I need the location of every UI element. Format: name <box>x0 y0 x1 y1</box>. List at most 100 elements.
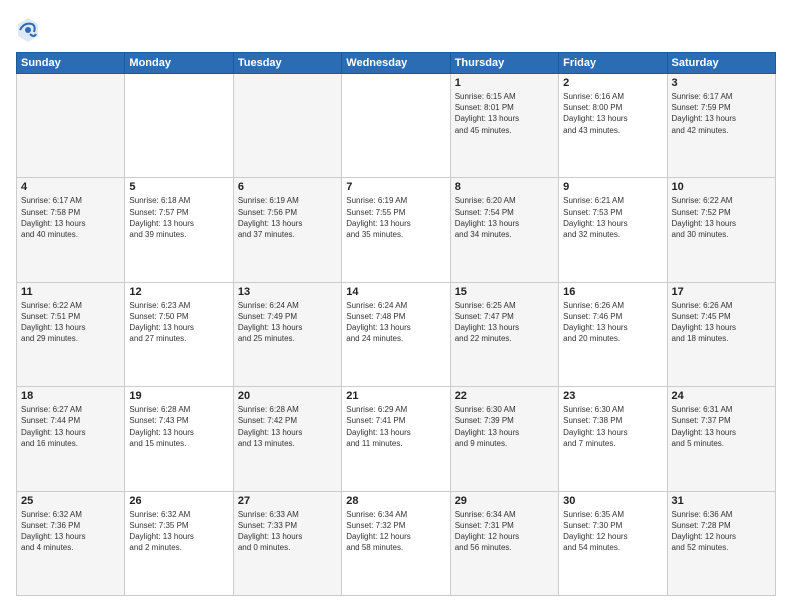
day-info: Sunrise: 6:36 AMSunset: 7:28 PMDaylight:… <box>672 509 771 554</box>
day-info: Sunrise: 6:16 AMSunset: 8:00 PMDaylight:… <box>563 91 662 136</box>
day-info: Sunrise: 6:32 AMSunset: 7:35 PMDaylight:… <box>129 509 228 554</box>
day-number: 9 <box>563 181 662 193</box>
day-number: 6 <box>238 181 337 193</box>
day-info: Sunrise: 6:34 AMSunset: 7:31 PMDaylight:… <box>455 509 554 554</box>
day-info: Sunrise: 6:18 AMSunset: 7:57 PMDaylight:… <box>129 195 228 240</box>
day-number: 31 <box>672 495 771 507</box>
day-info: Sunrise: 6:17 AMSunset: 7:59 PMDaylight:… <box>672 91 771 136</box>
logo <box>16 16 44 44</box>
day-cell-5: 5 Sunrise: 6:18 AMSunset: 7:57 PMDaylight… <box>125 178 233 282</box>
day-number: 28 <box>346 495 445 507</box>
day-info: Sunrise: 6:34 AMSunset: 7:32 PMDaylight:… <box>346 509 445 554</box>
day-cell-2: 2 Sunrise: 6:16 AMSunset: 8:00 PMDaylight… <box>559 74 667 178</box>
day-number: 21 <box>346 390 445 402</box>
day-cell-25: 25 Sunrise: 6:32 AMSunset: 7:36 PMDayligh… <box>17 491 125 595</box>
day-cell-22: 22 Sunrise: 6:30 AMSunset: 7:39 PMDayligh… <box>450 387 558 491</box>
day-number: 25 <box>21 495 120 507</box>
day-info: Sunrise: 6:26 AMSunset: 7:45 PMDaylight:… <box>672 300 771 345</box>
day-number: 5 <box>129 181 228 193</box>
day-number: 2 <box>563 77 662 89</box>
weekday-header-tuesday: Tuesday <box>233 53 341 74</box>
day-cell-3: 3 Sunrise: 6:17 AMSunset: 7:59 PMDaylight… <box>667 74 775 178</box>
day-number: 7 <box>346 181 445 193</box>
day-number: 26 <box>129 495 228 507</box>
calendar-body: 1Sunrise: 6:15 AMSunset: 8:01 PMDaylight… <box>17 74 776 596</box>
day-cell-29: 29 Sunrise: 6:34 AMSunset: 7:31 PMDayligh… <box>450 491 558 595</box>
day-number: 8 <box>455 181 554 193</box>
day-info: Sunrise: 6:22 AMSunset: 7:52 PMDaylight:… <box>672 195 771 240</box>
weekday-header-monday: Monday <box>125 53 233 74</box>
day-number: 30 <box>563 495 662 507</box>
day-info: Sunrise: 6:26 AMSunset: 7:46 PMDaylight:… <box>563 300 662 345</box>
day-number: 23 <box>563 390 662 402</box>
day-cell-11: 11Sunrise: 6:22 AMSunset: 7:51 PMDayligh… <box>17 282 125 386</box>
day-info: Sunrise: 6:25 AMSunset: 7:47 PMDaylight:… <box>455 300 554 345</box>
day-cell-27: 27Sunrise: 6:33 AMSunset: 7:33 PMDayligh… <box>233 491 341 595</box>
page: SundayMondayTuesdayWednesdayThursdayFrid… <box>0 0 792 612</box>
day-cell-15: 15 Sunrise: 6:25 AMSunset: 7:47 PMDayligh… <box>450 282 558 386</box>
day-cell-17: 17 Sunrise: 6:26 AMSunset: 7:45 PMDayligh… <box>667 282 775 386</box>
day-info: Sunrise: 6:21 AMSunset: 7:53 PMDaylight:… <box>563 195 662 240</box>
day-cell-1: 1Sunrise: 6:15 AMSunset: 8:01 PMDaylight… <box>450 74 558 178</box>
day-info: Sunrise: 6:19 AMSunset: 7:55 PMDaylight:… <box>346 195 445 240</box>
day-cell-21: 21 Sunrise: 6:29 AMSunset: 7:41 PMDayligh… <box>342 387 450 491</box>
day-cell-8: 8 Sunrise: 6:20 AMSunset: 7:54 PMDaylight… <box>450 178 558 282</box>
day-cell-12: 12 Sunrise: 6:23 AMSunset: 7:50 PMDayligh… <box>125 282 233 386</box>
empty-cell <box>342 74 450 178</box>
weekday-row: SundayMondayTuesdayWednesdayThursdayFrid… <box>17 53 776 74</box>
day-cell-10: 10 Sunrise: 6:22 AMSunset: 7:52 PMDayligh… <box>667 178 775 282</box>
day-info: Sunrise: 6:28 AMSunset: 7:43 PMDaylight:… <box>129 404 228 449</box>
day-cell-20: 20Sunrise: 6:28 AMSunset: 7:42 PMDayligh… <box>233 387 341 491</box>
day-info: Sunrise: 6:30 AMSunset: 7:39 PMDaylight:… <box>455 404 554 449</box>
week-row-3: 18Sunrise: 6:27 AMSunset: 7:44 PMDayligh… <box>17 387 776 491</box>
day-cell-7: 7 Sunrise: 6:19 AMSunset: 7:55 PMDaylight… <box>342 178 450 282</box>
weekday-header-friday: Friday <box>559 53 667 74</box>
day-number: 13 <box>238 286 337 298</box>
day-number: 27 <box>238 495 337 507</box>
day-number: 4 <box>21 181 120 193</box>
logo-icon <box>16 16 40 44</box>
day-cell-13: 13 Sunrise: 6:24 AMSunset: 7:49 PMDayligh… <box>233 282 341 386</box>
day-info: Sunrise: 6:24 AMSunset: 7:48 PMDaylight:… <box>346 300 445 345</box>
day-info: Sunrise: 6:20 AMSunset: 7:54 PMDaylight:… <box>455 195 554 240</box>
day-info: Sunrise: 6:28 AMSunset: 7:42 PMDaylight:… <box>238 404 337 449</box>
day-number: 22 <box>455 390 554 402</box>
calendar-table: SundayMondayTuesdayWednesdayThursdayFrid… <box>16 52 776 596</box>
day-cell-9: 9 Sunrise: 6:21 AMSunset: 7:53 PMDaylight… <box>559 178 667 282</box>
day-number: 16 <box>563 286 662 298</box>
week-row-4: 25 Sunrise: 6:32 AMSunset: 7:36 PMDayligh… <box>17 491 776 595</box>
day-number: 15 <box>455 286 554 298</box>
header <box>16 16 776 44</box>
day-cell-31: 31 Sunrise: 6:36 AMSunset: 7:28 PMDayligh… <box>667 491 775 595</box>
day-number: 24 <box>672 390 771 402</box>
weekday-header-sunday: Sunday <box>17 53 125 74</box>
day-cell-24: 24Sunrise: 6:31 AMSunset: 7:37 PMDayligh… <box>667 387 775 491</box>
calendar-header: SundayMondayTuesdayWednesdayThursdayFrid… <box>17 53 776 74</box>
day-cell-19: 19Sunrise: 6:28 AMSunset: 7:43 PMDayligh… <box>125 387 233 491</box>
day-info: Sunrise: 6:22 AMSunset: 7:51 PMDaylight:… <box>21 300 120 345</box>
day-info: Sunrise: 6:24 AMSunset: 7:49 PMDaylight:… <box>238 300 337 345</box>
day-number: 1 <box>455 77 554 89</box>
day-number: 14 <box>346 286 445 298</box>
day-info: Sunrise: 6:32 AMSunset: 7:36 PMDaylight:… <box>21 509 120 554</box>
day-cell-14: 14 Sunrise: 6:24 AMSunset: 7:48 PMDayligh… <box>342 282 450 386</box>
day-info: Sunrise: 6:27 AMSunset: 7:44 PMDaylight:… <box>21 404 120 449</box>
day-info: Sunrise: 6:29 AMSunset: 7:41 PMDaylight:… <box>346 404 445 449</box>
day-number: 29 <box>455 495 554 507</box>
day-cell-28: 28 Sunrise: 6:34 AMSunset: 7:32 PMDayligh… <box>342 491 450 595</box>
day-info: Sunrise: 6:23 AMSunset: 7:50 PMDaylight:… <box>129 300 228 345</box>
weekday-header-saturday: Saturday <box>667 53 775 74</box>
empty-cell <box>125 74 233 178</box>
day-number: 3 <box>672 77 771 89</box>
week-row-0: 1Sunrise: 6:15 AMSunset: 8:01 PMDaylight… <box>17 74 776 178</box>
day-info: Sunrise: 6:30 AMSunset: 7:38 PMDaylight:… <box>563 404 662 449</box>
empty-cell <box>17 74 125 178</box>
week-row-2: 11Sunrise: 6:22 AMSunset: 7:51 PMDayligh… <box>17 282 776 386</box>
weekday-header-thursday: Thursday <box>450 53 558 74</box>
day-cell-16: 16 Sunrise: 6:26 AMSunset: 7:46 PMDayligh… <box>559 282 667 386</box>
day-number: 17 <box>672 286 771 298</box>
day-number: 10 <box>672 181 771 193</box>
day-number: 12 <box>129 286 228 298</box>
weekday-header-wednesday: Wednesday <box>342 53 450 74</box>
day-cell-6: 6Sunrise: 6:19 AMSunset: 7:56 PMDaylight… <box>233 178 341 282</box>
